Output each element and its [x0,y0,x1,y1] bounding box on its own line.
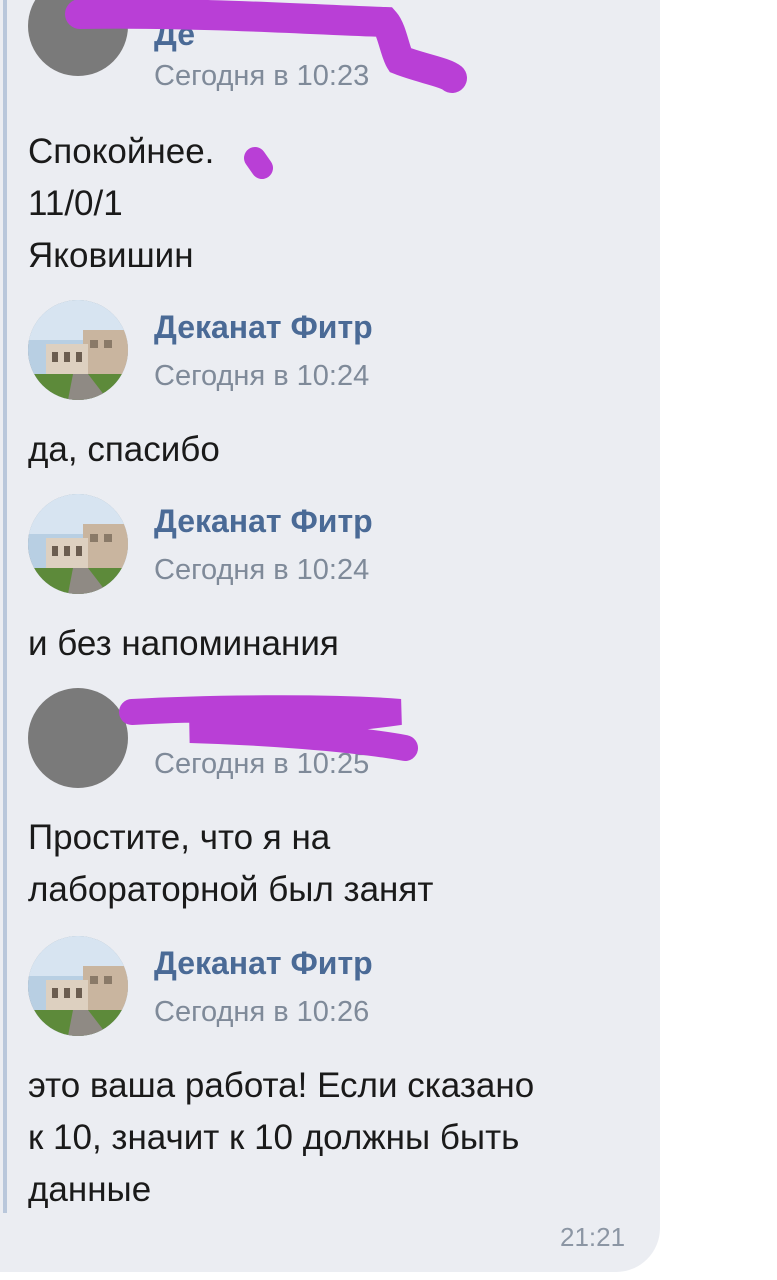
author-name[interactable]: Деканат Фитр [154,309,373,346]
message-line: Простите, что я на [28,818,331,857]
message-text: и без напоминания [28,618,628,670]
building-photo-icon [28,936,128,1036]
building-photo-icon [28,494,128,594]
author-name[interactable]: Деканат Фитр [154,945,373,982]
avatar[interactable] [28,688,128,788]
message-line: Яковишин [28,236,194,275]
message-line: Спокойнее. [28,132,215,171]
bubble-timestamp: 21:21 [560,1222,626,1252]
author-name[interactable]: Деканат Фитр [154,503,373,540]
avatar[interactable] [28,494,128,594]
message-time: Сегодня в 10:24 [154,360,370,392]
forwarded-quote-bar [3,0,7,1213]
message-line: да, спасибо [28,430,220,469]
message-time: Сегодня в 10:23 [154,60,370,92]
author-name[interactable]: Де [154,16,195,53]
message-time: Сегодня в 10:24 [154,554,370,586]
message-line: данные [28,1170,152,1209]
message-line: это ваша работа! Если сказано [28,1066,535,1105]
message-line: 11/0/1 [28,184,123,223]
avatar[interactable] [28,936,128,1036]
message-line: к 10, значит к 10 должны быть [28,1118,520,1157]
message-time: Сегодня в 10:25 [154,748,370,780]
message-text: Спокойнее. 11/0/1 Яковишин [28,126,628,282]
message-text: Простите, что я на лабораторной был заня… [28,812,628,916]
message-line: и без напоминания [28,624,339,663]
avatar[interactable] [28,300,128,400]
message-text: да, спасибо [28,424,628,476]
message-line: лабораторной был занят [28,870,434,909]
message-time: Сегодня в 10:26 [154,996,370,1028]
building-photo-icon [28,300,128,400]
message-text: это ваша работа! Если сказано к 10, знач… [28,1060,628,1216]
